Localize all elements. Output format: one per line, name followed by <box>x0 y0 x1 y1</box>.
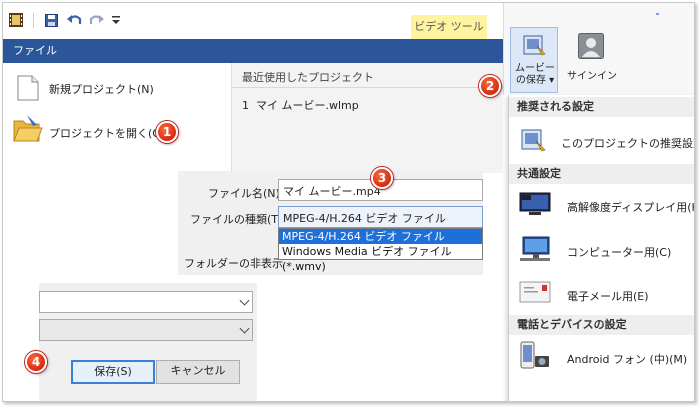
common-settings-header: 共通設定 <box>509 164 694 184</box>
android-phone-icon <box>519 341 551 371</box>
recent-projects-pane: 最近使用したプロジェクト 1 マイ ムービー.wlmp <box>232 63 503 173</box>
recent-item[interactable]: 1 マイ ムービー.wlmp <box>242 97 359 113</box>
open-project-item[interactable]: プロジェクトを開く(O) <box>49 125 165 141</box>
filename-label: ファイル名(N): <box>208 187 284 200</box>
step-badge-2: 2 <box>479 75 501 97</box>
android-item[interactable]: Android フォン (中)(M) <box>567 351 687 367</box>
ribbon-right-area: ムービー の保存 ▾ サインイン <box>503 3 694 95</box>
video-tools-contextual-tab[interactable]: ビデオ ツール <box>411 15 487 39</box>
computer-item[interactable]: コンピューター用(C) <box>567 244 671 260</box>
new-project-item[interactable]: 新規プロジェクト(N) <box>49 81 154 97</box>
cancel-button[interactable]: キャンセル <box>156 360 240 384</box>
save-button[interactable]: 保存(S) <box>71 360 155 384</box>
person-icon <box>578 33 604 59</box>
redo-icon[interactable] <box>89 13 104 27</box>
filetype-option-mp4[interactable]: MPEG-4/H.264 ビデオ ファイル (*.mp4) <box>279 229 482 258</box>
separator <box>33 13 34 28</box>
ribbon-scroll-tick <box>656 13 659 15</box>
save-movie-menu: 推奨される設定 このプロジェクトの推奨設定 共通設定 高解像度ディスプレイ用(H… <box>508 95 694 401</box>
filetype-option-wmv[interactable]: Windows Media ビデオ ファイル (*.wmv) <box>279 244 482 273</box>
hide-folders-toggle[interactable]: フォルダーの非表示 <box>184 255 283 271</box>
chevron-down-icon <box>239 295 250 306</box>
filetype-dropdown-list: MPEG-4/H.264 ビデオ ファイル (*.mp4) Windows Me… <box>278 228 483 273</box>
filename-value: マイ ムービー.mp4 <box>283 185 381 198</box>
screenshot-frame: ビデオ ツール ファイル 新規プロジェクト(N) プロジェクトを開く(O) 最近… <box>2 2 695 402</box>
computer-icon <box>519 236 551 262</box>
open-folder-icon <box>13 115 43 143</box>
step-badge-3: 3 <box>371 167 393 189</box>
email-item[interactable]: 電子メール用(E) <box>567 288 649 304</box>
title-bar: ビデオ ツール <box>3 3 503 39</box>
recent-item-index: 1 <box>242 99 249 112</box>
file-tab[interactable]: ファイル <box>9 39 61 63</box>
recommended-header: 推奨される設定 <box>509 97 694 117</box>
recent-item-name: マイ ムービー.wlmp <box>256 99 359 112</box>
app-film-icon <box>9 13 23 27</box>
filetype-select[interactable]: MPEG-4/H.264 ビデオ ファイル (*.mp4) <box>278 206 483 239</box>
upper-combo[interactable] <box>39 291 253 313</box>
hd-display-icon <box>519 192 551 216</box>
recent-header-rule <box>232 87 503 88</box>
sign-in-label: サインイン <box>567 71 617 82</box>
save-movie-icon <box>523 34 547 58</box>
email-icon <box>519 281 551 303</box>
save-movie-label: ムービー の保存 ▾ <box>515 63 555 86</box>
step-badge-4: 4 <box>25 351 47 373</box>
sign-in-button[interactable]: サインイン <box>564 27 620 93</box>
chevron-down-icon <box>239 323 250 334</box>
new-document-icon <box>17 75 39 101</box>
save-movie-button[interactable]: ムービー の保存 ▾ <box>510 27 558 93</box>
undo-icon[interactable] <box>67 13 82 27</box>
customize-qat-icon[interactable] <box>111 15 121 25</box>
step-badge-1: 1 <box>156 121 178 143</box>
file-menu-left: 新規プロジェクト(N) プロジェクトを開く(O) <box>3 63 231 173</box>
recommended-settings-item[interactable]: このプロジェクトの推奨設定 <box>561 135 694 151</box>
save-icon[interactable] <box>45 14 59 28</box>
ribbon-tab-bar: ファイル <box>3 39 503 63</box>
recommended-settings-icon <box>521 128 547 154</box>
devices-header: 電話とデバイスの設定 <box>509 315 694 335</box>
recent-projects-header: 最近使用したプロジェクト <box>242 71 374 84</box>
filetype-label: ファイルの種類(T): <box>190 213 287 226</box>
hd-display-item[interactable]: 高解像度ディスプレイ用(H) <box>567 199 694 215</box>
lower-combo[interactable] <box>39 319 253 341</box>
save-dialog-bottom: 保存(S) キャンセル <box>39 283 257 401</box>
